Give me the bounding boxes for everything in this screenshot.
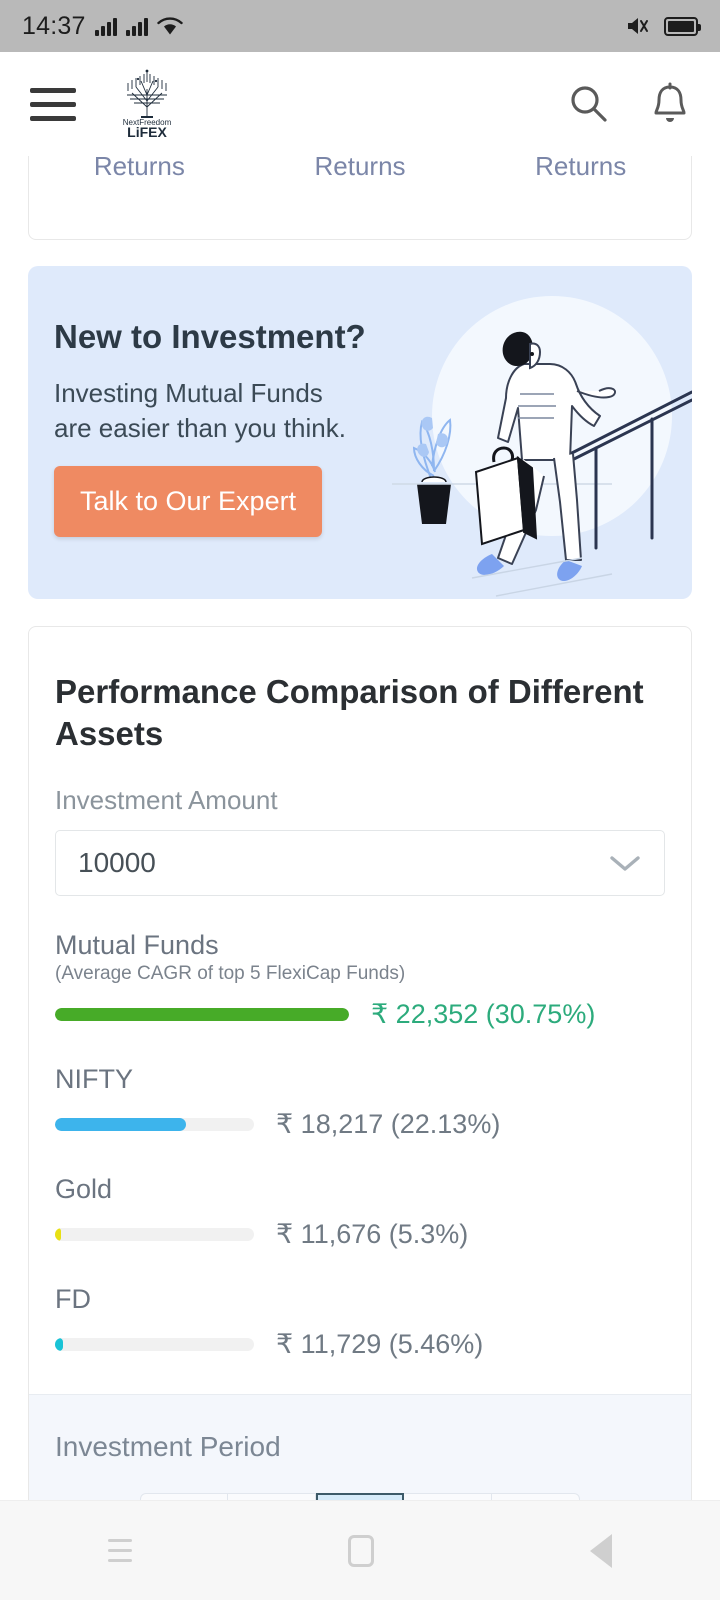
phone-screen: 14:37 NextFreedom LiFEX Returns Returns … bbox=[0, 0, 720, 1600]
performance-comparison-card: Performance Comparison of Different Asse… bbox=[28, 626, 692, 1600]
tree-logo-icon: NextFreedom LiFEX bbox=[123, 69, 172, 140]
hamburger-menu-icon[interactable] bbox=[30, 87, 76, 121]
asset-bar-track-gold bbox=[55, 1228, 254, 1241]
asset-row-fd: FD ₹ 11,729 (5.46%) bbox=[55, 1284, 665, 1360]
asset-value-mutual-funds: ₹ 22,352 (30.75%) bbox=[371, 999, 596, 1029]
asset-row-nifty: NIFTY ₹ 18,217 (22.13%) bbox=[55, 1064, 665, 1140]
asset-bar-row-gold: ₹ 11,676 (5.3%) bbox=[55, 1219, 665, 1250]
recents-icon[interactable] bbox=[108, 1539, 132, 1562]
promo-subtitle: Investing Mutual Funds are easier than y… bbox=[54, 376, 346, 446]
asset-row-gold: Gold ₹ 11,676 (5.3%) bbox=[55, 1174, 665, 1250]
signal-bars-icon-2 bbox=[125, 16, 148, 36]
promo-subtitle-line1: Investing Mutual Funds bbox=[54, 378, 323, 408]
android-nav-bar bbox=[0, 1500, 720, 1600]
app-bar-actions bbox=[568, 82, 690, 126]
app-logo[interactable]: NextFreedom LiFEX bbox=[114, 67, 180, 141]
back-icon[interactable] bbox=[590, 1533, 612, 1568]
promo-banner[interactable]: New to Investment? Investing Mutual Fund… bbox=[28, 266, 692, 599]
bell-icon[interactable] bbox=[650, 82, 690, 126]
status-bar: 14:37 bbox=[0, 0, 720, 52]
chevron-down-icon[interactable] bbox=[608, 853, 642, 873]
talk-to-expert-button[interactable]: Talk to Our Expert bbox=[54, 466, 323, 537]
asset-label-mutual-funds: Mutual Funds bbox=[55, 930, 219, 960]
status-time: 14:37 bbox=[22, 11, 86, 40]
investment-amount-select[interactable]: 10000 bbox=[55, 830, 665, 896]
asset-bar-row-fd: ₹ 11,729 (5.46%) bbox=[55, 1329, 665, 1360]
asset-label-nifty: NIFTY bbox=[55, 1064, 133, 1094]
asset-bar-track-fd bbox=[55, 1338, 254, 1351]
page-title: Performance Comparison of Different Asse… bbox=[55, 673, 644, 752]
asset-value-gold: ₹ 11,676 (5.3%) bbox=[276, 1219, 469, 1249]
status-left-group: 14:37 bbox=[22, 12, 183, 41]
asset-bar-row-nifty: ₹ 18,217 (22.13%) bbox=[55, 1109, 665, 1140]
asset-value-fd: ₹ 11,729 (5.46%) bbox=[276, 1329, 484, 1359]
battery-icon bbox=[664, 16, 701, 36]
svg-text:LiFEX: LiFEX bbox=[127, 124, 167, 140]
investment-amount-label: Investment Amount bbox=[55, 785, 278, 815]
page-content: Trailing Returns Annual Returns Benchmar… bbox=[0, 112, 720, 1600]
asset-bar-track-mutual-funds bbox=[55, 1008, 349, 1021]
wifi-icon bbox=[156, 17, 183, 35]
app-bar: NextFreedom LiFEX bbox=[0, 52, 720, 156]
asset-bar-fill-nifty bbox=[55, 1118, 187, 1131]
promo-title: New to Investment? bbox=[54, 318, 366, 355]
promo-subtitle-line2: are easier than you think. bbox=[54, 413, 346, 443]
asset-label-fd: FD bbox=[55, 1284, 91, 1314]
home-icon[interactable] bbox=[348, 1534, 374, 1567]
signal-bars-icon bbox=[94, 16, 117, 36]
asset-label-gold: Gold bbox=[55, 1174, 113, 1204]
asset-bar-track-nifty bbox=[55, 1118, 254, 1131]
performance-card-body: Performance Comparison of Different Asse… bbox=[29, 627, 691, 1394]
search-icon[interactable] bbox=[568, 83, 610, 125]
investor-illustration bbox=[392, 296, 692, 597]
asset-bar-row-mutual-funds: ₹ 22,352 (30.75%) bbox=[55, 999, 665, 1030]
status-right-group bbox=[624, 14, 701, 38]
asset-row-mutual-funds: Mutual Funds (Average CAGR of top 5 Flex… bbox=[55, 930, 665, 1030]
investment-amount-value: 10000 bbox=[78, 847, 156, 878]
asset-bar-fill-fd bbox=[55, 1338, 63, 1351]
asset-bar-fill-gold bbox=[55, 1228, 61, 1241]
investment-period-label: Investment Period bbox=[55, 1431, 281, 1462]
asset-bar-fill-mutual-funds bbox=[55, 1008, 349, 1021]
asset-value-nifty: ₹ 18,217 (22.13%) bbox=[276, 1109, 501, 1139]
mute-icon bbox=[628, 18, 648, 34]
asset-note-mutual-funds: (Average CAGR of top 5 FlexiCap Funds) bbox=[55, 963, 406, 984]
